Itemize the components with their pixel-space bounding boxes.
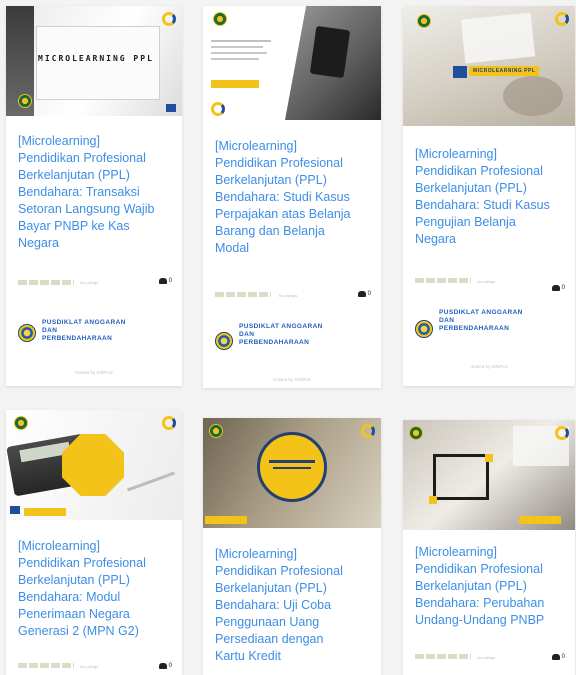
course-thumbnail[interactable]: MICROLEARNING PPL (6, 6, 182, 116)
learner-count: 0 (551, 654, 565, 660)
course-thumbnail[interactable]: MICROLEARNING PPL (403, 6, 575, 126)
course-thumbnail[interactable] (403, 420, 575, 530)
thumbnail-badge (211, 80, 259, 88)
users-icon (551, 285, 560, 291)
corporate-university-logo-icon (211, 102, 225, 116)
kemenkeu-seal-icon (417, 14, 431, 28)
corporate-university-logo-icon (162, 416, 176, 430)
course-title[interactable]: [Microlearning] Pendidikan Profesional B… (415, 544, 561, 629)
corporate-university-logo-icon (555, 426, 569, 440)
rating-stars (18, 663, 74, 668)
hosted-by-text: Hosted by SIMPLE (469, 364, 509, 369)
rating-stars (215, 292, 271, 297)
kemenkeu-seal-icon (213, 12, 227, 26)
learner-count-value: 0 (561, 654, 565, 660)
rating-text: No ratings (80, 280, 99, 285)
course-card-2[interactable]: [Microlearning] Pendidikan Profesional B… (203, 6, 381, 388)
rating-stars (415, 278, 471, 283)
corporate-university-logo-icon (162, 12, 176, 26)
hosted-by-text: Hosted by SIMPLE (74, 370, 114, 375)
course-title[interactable]: [Microlearning] Pendidikan Profesional B… (415, 146, 561, 248)
course-thumbnail[interactable] (203, 418, 381, 528)
provider-name[interactable]: PUSDIKLAT ANGGARAN DAN PERBENDAHARAAN (239, 323, 364, 347)
provider-name[interactable]: PUSDIKLAT ANGGARAN DAN PERBENDAHARAAN (439, 309, 564, 333)
course-title[interactable]: [Microlearning] Pendidikan Profesional B… (215, 546, 367, 665)
rating-text: No ratings (80, 664, 99, 669)
rating-text: No ratings (477, 279, 496, 284)
learner-count-value: 0 (367, 291, 371, 297)
kemenkeu-seal-icon (409, 426, 423, 440)
learner-count-value: 0 (561, 285, 565, 291)
course-thumbnail[interactable] (6, 410, 182, 520)
course-card-3[interactable]: MICROLEARNING PPL [Microlearning] Pendid… (403, 6, 575, 386)
thumbnail-badge (24, 508, 66, 516)
rating-text: No ratings (279, 293, 298, 298)
hosted-by-text: Hosted by SIMPLE (272, 377, 312, 382)
learner-count: 0 (158, 278, 172, 284)
learner-count: 0 (158, 663, 172, 669)
kemenkeu-seal-icon (14, 416, 28, 430)
course-card-4[interactable]: [Microlearning] Pendidikan Profesional B… (6, 410, 182, 675)
thumbnail-title: MICROLEARNING PPL (38, 54, 154, 63)
rating-text: No ratings (477, 655, 496, 660)
rating-stars (18, 280, 74, 285)
corporate-university-logo-icon (361, 424, 375, 438)
users-icon (158, 663, 167, 669)
course-title[interactable]: [Microlearning] Pendidikan Profesional B… (215, 138, 367, 257)
learner-count: 0 (357, 291, 371, 297)
learner-count-value: 0 (168, 663, 172, 669)
course-title[interactable]: [Microlearning] Pendidikan Profesional B… (18, 133, 168, 252)
course-card-1[interactable]: MICROLEARNING PPL [Microlearning] Pendid… (6, 6, 182, 386)
course-title[interactable]: [Microlearning] Pendidikan Profesional B… (18, 538, 168, 640)
course-thumbnail[interactable] (203, 6, 381, 120)
thumbnail-badge (205, 516, 247, 524)
corporate-university-logo-icon (555, 12, 569, 26)
provider-name[interactable]: PUSDIKLAT ANGGARAN DAN PERBENDAHARAAN (42, 319, 167, 343)
users-icon (158, 278, 167, 284)
provider-logo-icon (215, 332, 233, 350)
thumbnail-badge: MICROLEARNING PPL (469, 66, 540, 76)
rating-stars (415, 654, 471, 659)
course-card-6[interactable]: [Microlearning] Pendidikan Profesional B… (403, 420, 575, 675)
learner-count-value: 0 (168, 278, 172, 284)
course-card-5[interactable]: [Microlearning] Pendidikan Profesional B… (203, 418, 381, 675)
users-icon (551, 654, 560, 660)
users-icon (357, 291, 366, 297)
provider-logo-icon (415, 320, 433, 338)
kemenkeu-seal-icon (209, 424, 223, 438)
kemenkeu-seal-icon (18, 94, 32, 108)
learner-count: 0 (551, 285, 565, 291)
provider-logo-icon (18, 324, 36, 342)
thumbnail-badge (519, 516, 561, 524)
